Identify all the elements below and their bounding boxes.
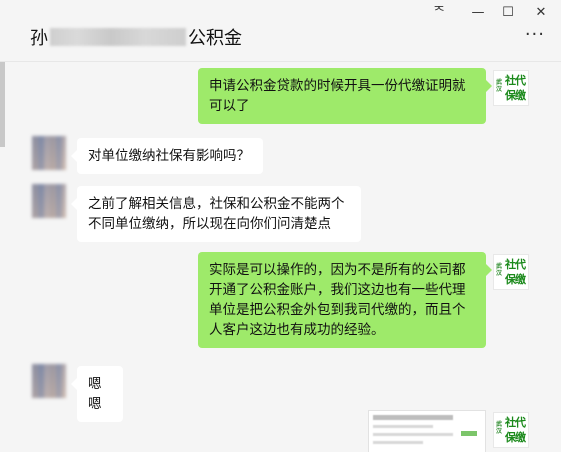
message-list: 申请公积金贷款的时候开具一份代缴证明就可以了 武汉 社代保缴 对单位缴纳社保有影… [0,62,561,452]
more-options-button[interactable]: ··· [525,26,545,44]
contact-avatar[interactable] [32,136,66,170]
logo-small-text: 武汉 [496,263,503,277]
redacted-name [50,28,186,46]
my-avatar-logo[interactable]: 武汉 社代保缴 [493,254,529,290]
message-bubble-outgoing[interactable]: 实际是可以操作的，因为不是所有的公司都开通了公积金账户，我们这边也有一些代理单位… [198,252,492,348]
message-bubble-incoming[interactable]: 嗯嗯 [71,366,123,422]
message-bubble-incoming[interactable]: 对单位缴纳社保有影响吗？ [71,138,263,174]
maximize-button[interactable]: ☐ [497,4,519,22]
logo-big-text: 社代保缴 [505,258,526,286]
logo-small-text: 武汉 [496,421,503,435]
image-thumbnail-green-mark [461,431,477,436]
message-bubble-outgoing[interactable]: 申请公积金贷款的时候开具一份代缴证明就可以了 [198,68,492,124]
image-message[interactable] [368,410,486,452]
image-thumbnail-line [373,425,433,428]
contact-avatar[interactable] [32,364,66,398]
contact-name-suffix: 公积金 [188,28,242,49]
image-thumbnail-line [373,441,423,444]
pin-icon[interactable]: ᅐ [428,4,450,22]
logo-small-text: 武汉 [496,79,503,93]
image-thumbnail-header [373,415,453,420]
my-avatar-logo[interactable]: 武汉 社代保缴 [493,412,529,448]
logo-big-text: 社代保缴 [505,74,526,102]
my-avatar-logo[interactable]: 武汉 社代保缴 [493,70,529,106]
minimize-button[interactable]: — [467,4,489,22]
message-bubble-incoming[interactable]: 之前了解相关信息，社保和公积金不能两个不同单位缴纳，所以现在向你们问清楚点 [71,186,361,242]
chat-title-bar: 孙 公积金 ᅐ — ☐ ✕ ··· [0,0,561,62]
logo-big-text: 社代保缴 [505,416,526,444]
image-thumbnail-line [373,433,453,436]
contact-name-prefix: 孙 [30,28,48,49]
chat-title: 孙 公积金 [30,24,242,50]
contact-avatar[interactable] [32,184,66,218]
close-button[interactable]: ✕ [530,4,552,22]
